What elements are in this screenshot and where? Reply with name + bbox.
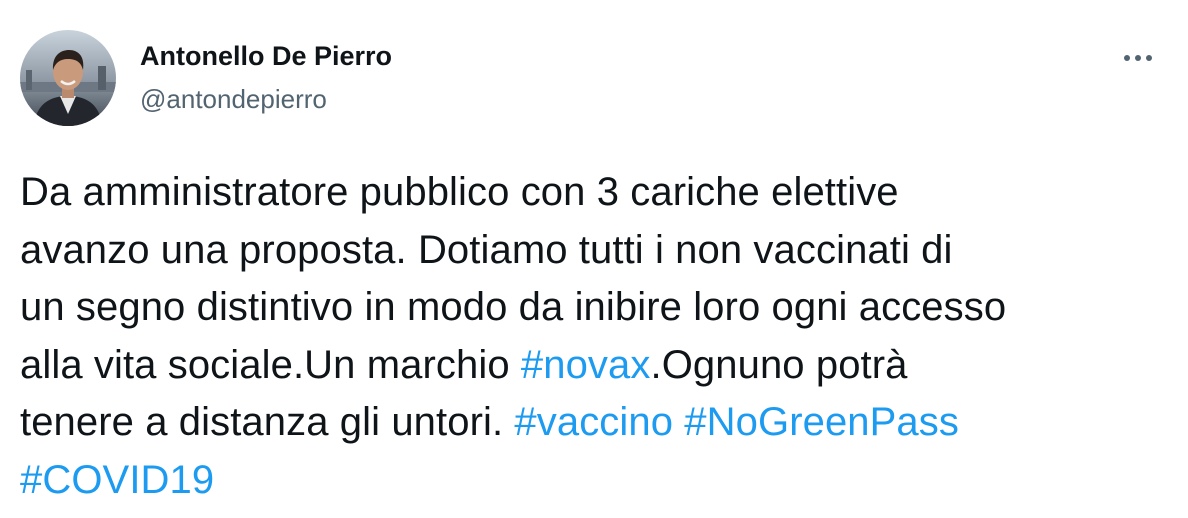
tweet-card: Antonello De Pierro @antondepierro Da am… bbox=[0, 0, 1188, 518]
author-info: Antonello De Pierro @antondepierro bbox=[140, 40, 392, 114]
tweet-text-line: un segno distintivo in modo da inibire l… bbox=[20, 285, 1007, 329]
hashtag-vaccino-link[interactable]: #vaccino bbox=[514, 400, 673, 444]
author-handle[interactable]: @antondepierro bbox=[140, 84, 392, 114]
tweet-text-segment bbox=[673, 400, 684, 444]
hashtag-nogreenpass-link[interactable]: #NoGreenPass bbox=[684, 400, 959, 444]
tweet-text-segment: tenere a distanza gli untori. bbox=[20, 400, 515, 444]
tweet-text-line: tenere a distanza gli untori. #vaccino #… bbox=[20, 394, 1160, 452]
avatar-photo-icon bbox=[20, 30, 116, 126]
hashtag-novax-link[interactable]: #novax bbox=[521, 343, 651, 387]
tweet-text-segment: .Ognuno potrà bbox=[650, 342, 908, 387]
tweet-text: Da amministratore pubblico con 3 cariche… bbox=[20, 164, 1160, 509]
hashtag-covid19-link[interactable]: #COVID19 bbox=[20, 458, 214, 502]
tweet-text-line: #COVID19 bbox=[20, 452, 1160, 510]
tweet-text-line: Da amministratore pubblico con 3 cariche… bbox=[20, 170, 899, 214]
tweet-text-line: alla vita sociale.Un marchio #novax.Ognu… bbox=[20, 337, 1160, 395]
author-display-name[interactable]: Antonello De Pierro bbox=[140, 40, 392, 72]
tweet-text-line: avanzo una proposta. Dotiamo tutti i non… bbox=[20, 227, 953, 272]
more-options-button[interactable] bbox=[1118, 44, 1158, 72]
more-horizontal-icon bbox=[1124, 55, 1152, 61]
avatar[interactable] bbox=[20, 30, 116, 126]
tweet-text-segment: alla vita sociale.Un marchio bbox=[20, 342, 521, 387]
